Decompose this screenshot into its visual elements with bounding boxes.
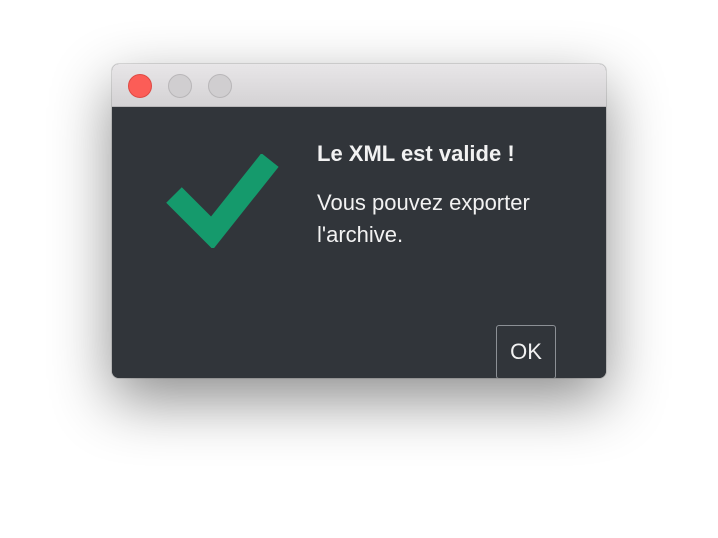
screen: Le XML est valide ! Vous pouvez exporter… — [0, 0, 718, 538]
dialog-title: Le XML est valide ! — [317, 141, 515, 166]
dialog-content: Le XML est valide ! Vous pouvez exporter… — [112, 107, 606, 378]
dialog-window: Le XML est valide ! Vous pouvez exporter… — [112, 64, 606, 378]
ok-button[interactable]: OK — [496, 325, 556, 378]
close-window-button[interactable] — [128, 74, 152, 98]
dialog-message: Vous pouvez exporter l'archive. — [317, 190, 530, 247]
checkmark-icon — [166, 154, 279, 248]
maximize-window-button[interactable] — [208, 74, 232, 98]
minimize-window-button[interactable] — [168, 74, 192, 98]
titlebar — [112, 64, 606, 107]
